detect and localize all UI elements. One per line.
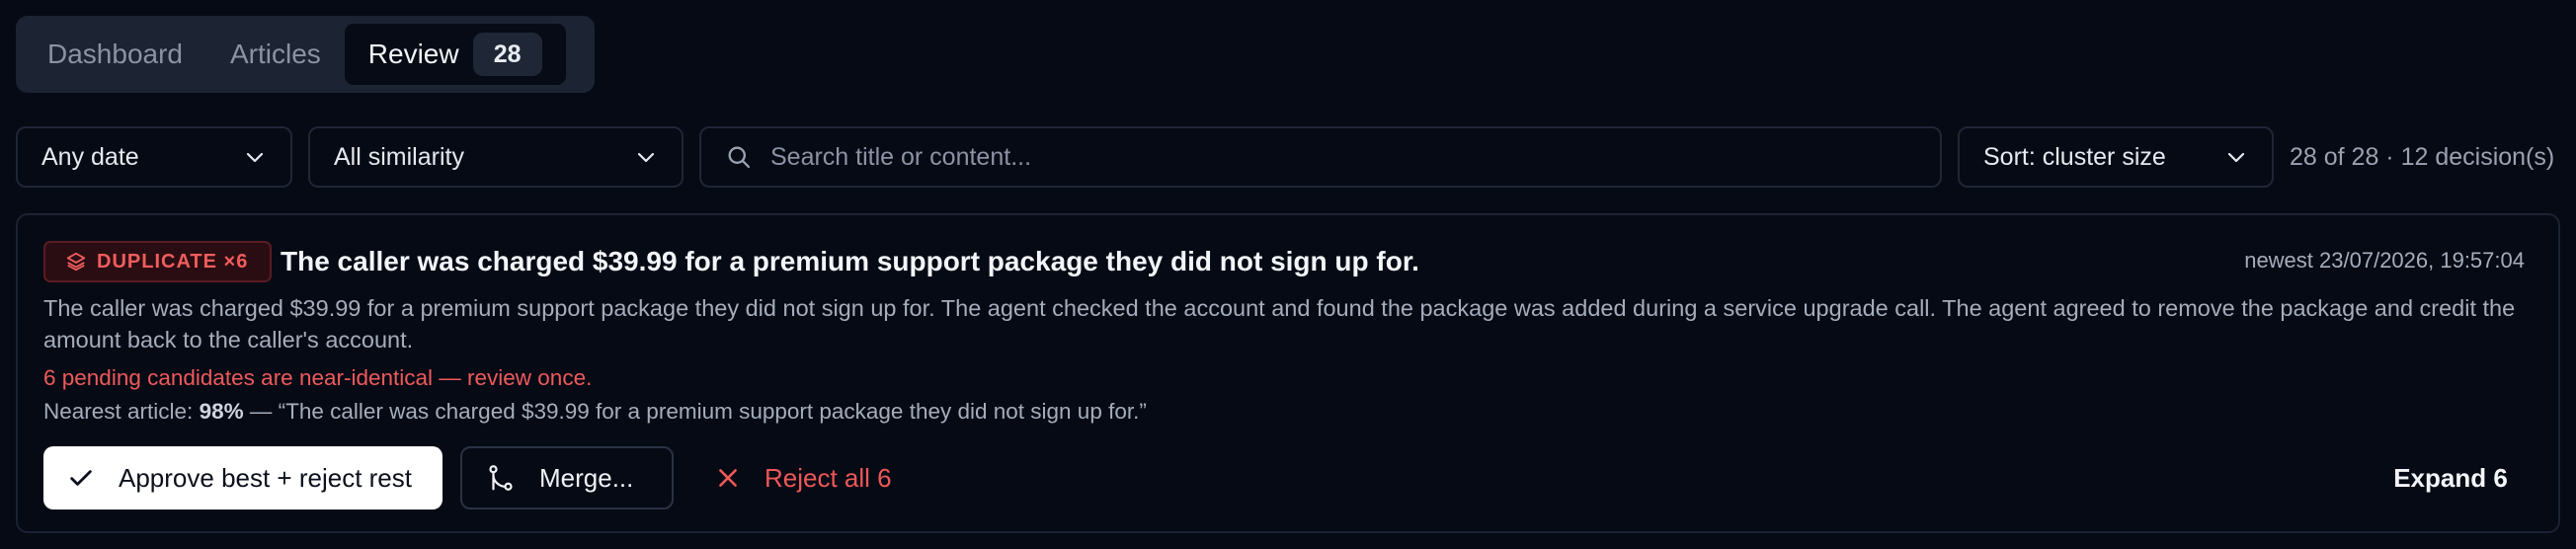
tab-articles[interactable]: Articles — [206, 24, 345, 85]
similarity-filter-value: All similarity — [334, 142, 464, 171]
newest-timestamp: newest 23/07/2026, 19:57:04 — [2244, 248, 2525, 273]
reject-all-button[interactable]: Reject all 6 — [691, 446, 909, 510]
duplicate-cluster-card: DUPLICATE ×6 The caller was charged $39.… — [16, 213, 2560, 533]
tab-bar: Dashboard Articles Review 28 — [16, 16, 595, 93]
approve-best-label: Approve best + reject rest — [119, 462, 412, 493]
chevron-down-icon — [246, 152, 264, 163]
chevron-down-icon — [2227, 152, 2245, 163]
chevron-down-icon — [637, 152, 655, 163]
close-icon — [715, 465, 741, 491]
nearest-article-text: — “The caller was charged $39.99 for a p… — [243, 399, 1147, 424]
layers-icon — [66, 252, 86, 272]
nearest-article-prefix: Nearest article: — [43, 399, 200, 424]
duplicate-badge-label: DUPLICATE ×6 — [97, 250, 249, 273]
expand-button[interactable]: Expand 6 — [2367, 446, 2535, 510]
card-title: The caller was charged $39.99 for a prem… — [281, 246, 1419, 276]
search-input[interactable]: Search title or content... — [699, 126, 1942, 188]
duplicate-badge: DUPLICATE ×6 — [43, 241, 273, 282]
merge-label: Merge... — [539, 462, 634, 493]
tab-review-label: Review — [367, 39, 459, 69]
sort-value: Sort: cluster size — [1983, 142, 2166, 171]
git-merge-icon — [486, 463, 516, 493]
approve-best-button[interactable]: Approve best + reject rest — [43, 446, 443, 510]
result-count: 28 of 28 · 12 decision(s) — [2290, 142, 2555, 171]
tab-articles-label: Articles — [229, 39, 321, 69]
reject-all-label: Reject all 6 — [765, 462, 892, 493]
tab-dashboard[interactable]: Dashboard — [24, 24, 206, 85]
nearest-article: Nearest article: 98% — “The caller was c… — [43, 399, 1147, 425]
review-count-badge: 28 — [472, 33, 542, 76]
check-icon — [67, 464, 95, 492]
search-icon — [728, 146, 751, 169]
tab-review[interactable]: Review 28 — [344, 24, 566, 85]
sort-select[interactable]: Sort: cluster size — [1958, 126, 2274, 188]
tab-dashboard-label: Dashboard — [47, 39, 183, 69]
merge-button[interactable]: Merge... — [460, 446, 674, 510]
card-content: The caller was charged $39.99 for a prem… — [43, 295, 2516, 353]
nearest-article-score: 98% — [199, 399, 244, 424]
similarity-filter-select[interactable]: All similarity — [308, 126, 684, 188]
date-filter-value: Any date — [41, 142, 139, 171]
search-placeholder: Search title or content... — [770, 142, 1032, 171]
date-filter-select[interactable]: Any date — [16, 126, 292, 188]
near-identical-warning: 6 pending candidates are near-identical … — [43, 365, 593, 390]
